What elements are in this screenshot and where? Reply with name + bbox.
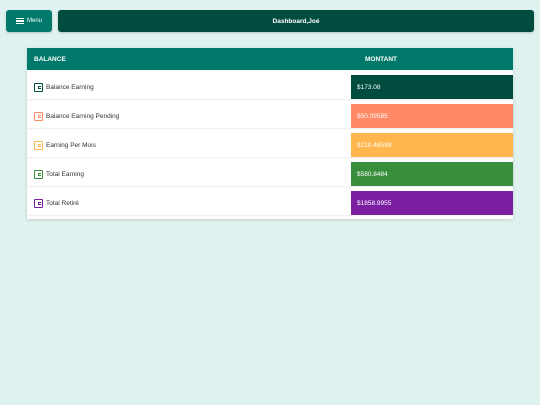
row-label: Total Retiré [46,199,79,207]
table-row: Total Retiré $1858.9955 [27,191,513,215]
table-header: BALANCE MONTANT [27,48,513,70]
row-value: $210.48599 [351,133,513,157]
row-label: Earning Per Mois [46,141,96,149]
page-title: Dashboard,Joé [58,10,534,32]
balance-table: BALANCE MONTANT Balance Earning $173.08 … [27,48,513,219]
wallet-icon [34,169,43,179]
row-value: $173.08 [351,75,513,99]
row-value: $1858.9955 [351,191,513,215]
row-label: Total Earning [46,170,84,178]
wallet-icon [34,198,43,208]
menu-button[interactable]: Menu [6,10,52,32]
row-label: Balance Earning [46,83,94,91]
wallet-icon [34,111,43,121]
table-row: Earning Per Mois $210.48599 [27,133,513,157]
top-bar: Menu Dashboard,Joé [6,10,534,32]
row-value: $50.09585 [351,104,513,128]
row-value: $580.8484 [351,162,513,186]
wallet-icon [34,82,43,92]
wallet-icon [34,140,43,150]
hamburger-icon [15,17,24,25]
menu-label: Menu [26,18,42,24]
table-row: Total Earning $580.8484 [27,162,513,186]
header-montant: MONTANT [365,55,398,63]
table-row: Balance Earning $173.08 [27,75,513,99]
header-balance: BALANCE [34,55,66,63]
table-row: Balance Earning Pending $50.09585 [27,104,513,128]
row-label: Balance Earning Pending [46,112,120,120]
